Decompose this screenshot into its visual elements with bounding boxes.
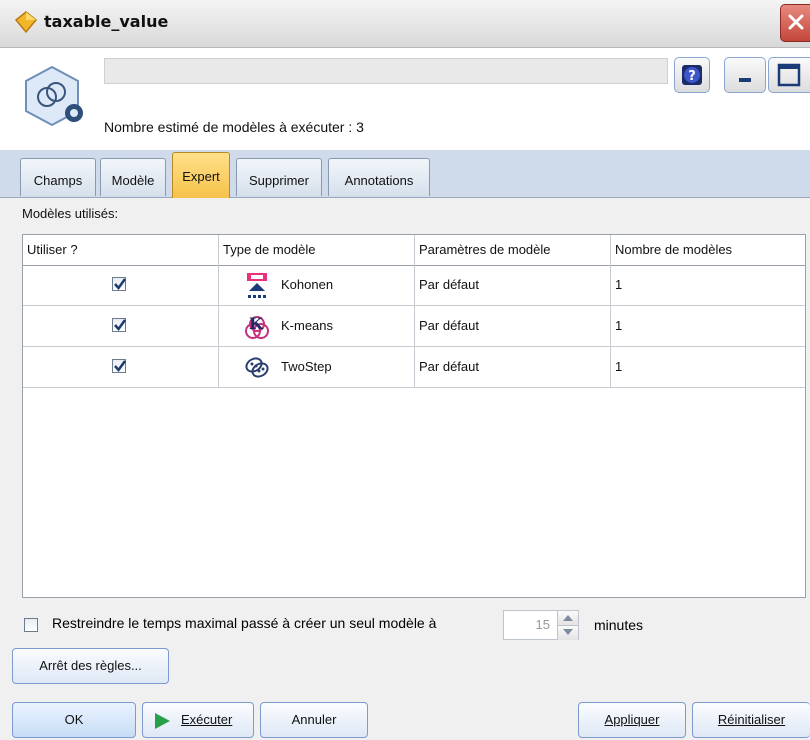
use-cell <box>23 347 219 387</box>
kohonen-icon <box>247 273 267 298</box>
models-table: Utiliser ? Type de modèle Paramètres de … <box>22 234 806 598</box>
minutes-label: minutes <box>594 617 644 633</box>
twostep-icon <box>245 357 269 378</box>
close-button[interactable] <box>780 4 810 42</box>
model-type-cell: TwoStep <box>219 347 415 387</box>
reset-button[interactable]: Réinitialiser <box>692 702 810 738</box>
column-header-params[interactable]: Paramètres de modèle <box>415 235 611 265</box>
spinner-down-button[interactable] <box>557 625 578 640</box>
models-section-label: Modèles utilisés: <box>22 206 119 221</box>
tab-champs[interactable]: Champs <box>20 158 96 196</box>
apply-button[interactable]: Appliquer <box>578 702 686 738</box>
params-cell: Par défaut <box>415 265 611 305</box>
ok-button[interactable]: OK <box>12 702 136 738</box>
max-time-spinner[interactable]: 15 <box>503 610 579 640</box>
params-cell: Par défaut <box>415 306 611 346</box>
model-name: Kohonen <box>281 277 334 292</box>
table-row[interactable]: Kohonen Par défaut 1 <box>23 265 805 306</box>
run-label: Exécuter <box>181 712 233 727</box>
spinner-up-button[interactable] <box>557 611 578 625</box>
use-checkbox[interactable] <box>112 318 127 332</box>
checkmark-icon <box>114 319 127 332</box>
node-diamond-icon <box>14 11 38 34</box>
count-cell: 1 <box>615 318 623 333</box>
count-cell: 1 <box>615 277 623 292</box>
minimize-icon <box>739 78 751 82</box>
params-cell: Par défaut <box>415 347 611 387</box>
max-time-value: 15 <box>535 617 550 632</box>
checkmark-icon <box>114 278 127 291</box>
cancel-button[interactable]: Annuler <box>260 702 368 738</box>
maximize-button[interactable] <box>768 57 810 93</box>
restrict-label: Restreindre le temps maximal passé à cré… <box>52 615 437 631</box>
column-header-count[interactable]: Nombre de modèles <box>611 235 805 265</box>
dialog-window: taxable_value ? Nombre estimé de modèles… <box>0 0 810 740</box>
table-row[interactable]: TwoStep Par défaut 1 <box>23 347 805 388</box>
column-header-model-type[interactable]: Type de modèle <box>219 235 415 265</box>
close-icon <box>788 14 804 30</box>
restrict-checkbox[interactable] <box>24 618 38 632</box>
help-icon: ? <box>682 65 702 85</box>
model-type-cell: K K-means <box>219 306 415 346</box>
svg-text:?: ? <box>688 69 696 84</box>
minimize-button[interactable] <box>724 57 766 93</box>
help-button[interactable]: ? <box>674 57 710 93</box>
svg-text:K: K <box>249 314 264 333</box>
model-name: K-means <box>281 318 334 333</box>
column-header-use[interactable]: Utiliser ? <box>23 235 219 265</box>
cluster-node-icon <box>25 65 83 127</box>
kmeans-icon: K <box>245 314 269 339</box>
checkmark-icon <box>114 360 127 373</box>
stop-rules-button[interactable]: Arrêt des règles... <box>12 648 169 684</box>
tab-annotations[interactable]: Annotations <box>328 158 430 196</box>
play-icon <box>155 713 170 729</box>
tab-supprimer[interactable]: Supprimer <box>236 158 322 196</box>
model-type-cell: Kohonen <box>219 265 415 305</box>
chevron-up-icon <box>563 615 573 621</box>
title-bar[interactable]: taxable_value <box>0 0 810 48</box>
run-button[interactable]: Exécuter <box>142 702 254 738</box>
use-cell <box>23 306 219 346</box>
use-checkbox[interactable] <box>112 359 127 373</box>
tab-expert[interactable]: Expert <box>172 152 230 198</box>
table-header: Utiliser ? Type de modèle Paramètres de … <box>23 235 805 266</box>
model-name: TwoStep <box>281 359 332 374</box>
tab-modele[interactable]: Modèle <box>100 158 166 196</box>
node-name-field[interactable] <box>104 58 668 84</box>
use-checkbox[interactable] <box>112 277 127 291</box>
maximize-icon <box>777 63 801 87</box>
count-cell: 1 <box>615 359 623 374</box>
chevron-down-icon <box>563 629 573 635</box>
estimate-text: Nombre estimé de modèles à exécuter : 3 <box>104 119 364 135</box>
table-row[interactable]: K K-means Par défaut 1 <box>23 306 805 347</box>
use-cell <box>23 265 219 305</box>
window-title: taxable_value <box>44 12 169 31</box>
